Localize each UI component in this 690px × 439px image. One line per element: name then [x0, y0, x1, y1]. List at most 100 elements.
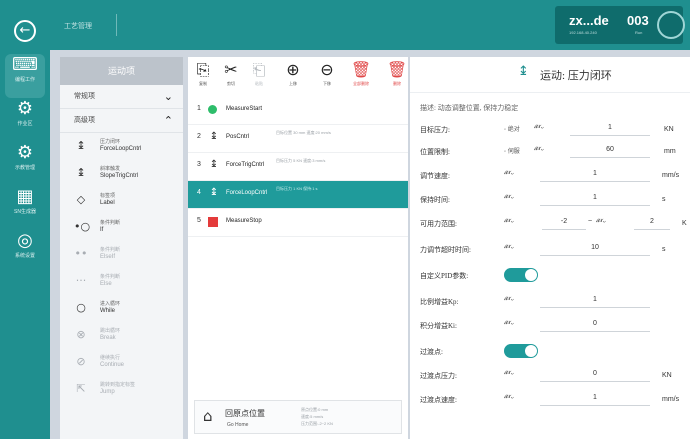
delete-all-button[interactable]: 🗑 全部删除 [346, 59, 376, 87]
parameter-panel: ↨ 运动: 压力闭环 描述: 动态调整位置, 保持力稳定 目标压力: ◦ 绝对 … [410, 57, 690, 439]
row-index: 4 [197, 189, 201, 196]
nav-rail: ← ⌨ 编程工作 ⚙ 作业区 ⚙ 示教管理 ▦ SN生成器 ◎ 系统设置 [0, 0, 50, 439]
toolbar-label: 剪切 [227, 81, 235, 86]
param-custom-pid: 自定义PID参数: [420, 267, 690, 285]
rail-item-program[interactable]: ⌨ 编程工作 [5, 54, 45, 98]
command-label-en: Else [100, 281, 112, 287]
param-kp: 比例增益Kp: 𝑎𝑥⌄ 1 [420, 293, 690, 311]
program-row[interactable]: 3 ↨ ForceTrigCntrl 目标压力 5 KN 速度:3 mm/s [188, 153, 408, 181]
target-force-input[interactable]: 1 [570, 122, 650, 136]
parameter-header: ↨ 运动: 压力闭环 [410, 57, 690, 93]
command-item[interactable]: ↨ 压力闭环 ForceLoopCntrl [60, 133, 183, 160]
param-adjust-speed: 调节速度: 𝑎𝑥⌄ 1 mm/s [420, 168, 680, 182]
move-up-button[interactable]: ⊕ 上移 [278, 59, 308, 87]
command-item[interactable]: ⇱ 跳转到指定标签 Jump [60, 376, 183, 403]
variable-select[interactable]: 𝑎𝑥⌄ [504, 394, 514, 401]
home-icon: ⌂ [203, 407, 213, 425]
rail-item-sn[interactable]: ▦ SN生成器 [5, 186, 45, 230]
position-limit-input[interactable]: 60 [570, 144, 650, 158]
hold-time-input[interactable]: 1 [540, 192, 650, 206]
back-icon[interactable]: ← [14, 20, 36, 42]
command-item[interactable]: •○ 条件判断 If [60, 214, 183, 241]
delete-button[interactable]: 🗑 删除 [382, 59, 412, 87]
variable-select[interactable]: 𝑎𝑥⌄ [534, 124, 544, 131]
transition-force-input[interactable]: 0 [540, 368, 650, 382]
custom-pid-toggle[interactable] [504, 268, 538, 282]
slope-icon: ↨ [76, 166, 86, 179]
start-icon [208, 105, 217, 114]
command-item[interactable]: ⊗ 跳出循环 Break [60, 322, 183, 349]
device-status[interactable]: zx...de 192.168.40.240 003 Run [555, 6, 685, 44]
command-label-cn: 继续执行 [100, 355, 121, 361]
rail-item-teach[interactable]: ⚙ 示教管理 [5, 142, 45, 186]
category-general[interactable]: 常规项 ⌄ [60, 85, 183, 109]
row-command-name: ForceLoopCntrl [226, 190, 268, 196]
variable-select[interactable]: 𝑎𝑥⌄ [504, 370, 514, 377]
command-label-cn: 跳出循环 [100, 328, 121, 334]
command-label-en: Jump [100, 389, 115, 395]
kp-input[interactable]: 1 [540, 294, 650, 308]
variable-select[interactable]: 𝑎𝑥⌄ [534, 146, 544, 153]
command-library: 运动项 常规项 ⌄ 高级项 ⌃ ↨ 压力闭环 ForceLoopCntrl ↨ 斜率触发… [60, 57, 183, 439]
command-label-en: If [100, 227, 104, 233]
page-title: 工艺管理 [64, 23, 92, 30]
category-advanced[interactable]: 高级项 ⌃ [60, 109, 183, 133]
transition-speed-input[interactable]: 1 [540, 392, 650, 406]
rail-item-workspace[interactable]: ⚙ 作业区 [5, 98, 45, 142]
paste-button[interactable]: ⎗ 粘贴 [244, 59, 274, 87]
command-label-cn: 条件判断 [100, 274, 121, 280]
ki-input[interactable]: 0 [540, 318, 650, 332]
mode-radio-absolute[interactable]: ◦ 绝对 [504, 124, 520, 133]
command-item[interactable]: ◇ 标签项 Label [60, 187, 183, 214]
continue-icon: ⊘ [76, 355, 86, 368]
variable-select[interactable]: 𝑎𝑥⌄ [504, 244, 514, 251]
row-command-name: ForceTrigCntrl [226, 162, 265, 168]
else-icon: ··· [75, 274, 87, 287]
variable-select[interactable]: 𝑎𝑥⌄ [504, 320, 514, 327]
go-home-label-en: Go Home [227, 422, 249, 428]
command-item[interactable]: •• 条件判断 ElseIf [60, 241, 183, 268]
force-loop-icon: ↨ [209, 187, 219, 198]
go-home-button[interactable]: ⌂ 回原点位置 Go Home 原点位置:0 mm 速度:5 mm/s 压力范围… [194, 400, 402, 434]
jump-icon: ⇱ [76, 382, 86, 395]
program-row[interactable]: 2 ↨ PosCntrl 目标位置 30 mm 速度:20 mm/s [188, 125, 408, 153]
variable-select[interactable]: 𝑎𝑥⌄ [504, 296, 514, 303]
elseif-icon: •• [74, 247, 88, 260]
row-index: 5 [197, 217, 201, 224]
force-range-max-input[interactable]: 2 [634, 216, 670, 230]
force-range-min-input[interactable]: -2 [542, 216, 586, 230]
program-row[interactable]: 1 MeasureStart [188, 97, 408, 125]
variable-select[interactable]: 𝑎𝑥⌄ [504, 218, 514, 225]
command-label-en: Break [100, 335, 116, 341]
copy-button[interactable]: ⎘ 复制 [188, 59, 218, 87]
transition-toggle[interactable] [504, 344, 538, 358]
command-item[interactable]: ··· 条件判断 Else [60, 268, 183, 295]
mode-radio-servo[interactable]: ◦ 伺服 [504, 146, 520, 155]
toolbar-label: 复制 [199, 81, 207, 86]
while-icon: ○ [76, 301, 86, 314]
program-row[interactable]: 5 MeasureStop [188, 209, 408, 237]
adjust-speed-input[interactable]: 1 [540, 168, 650, 182]
command-label-cn: 斜率触发 [100, 166, 121, 172]
command-item[interactable]: ○ 进入循环 While [60, 295, 183, 322]
row-command-name: MeasureStart [226, 106, 263, 112]
variable-select[interactable]: 𝑎𝑥⌄ [504, 194, 514, 201]
param-adjust-timeout: 力调节超时时间: 𝑎𝑥⌄ 10 s [420, 242, 666, 256]
settings-icon: ◎ [17, 230, 33, 251]
command-label-en: While [100, 308, 116, 314]
move-down-button[interactable]: ⊖ 下移 [312, 59, 342, 87]
library-title: 运动项 [60, 57, 183, 85]
command-label-cn: 条件判断 [100, 220, 121, 226]
command-item[interactable]: ⊘ 继续执行 Continue [60, 349, 183, 376]
command-item[interactable]: ↨ 斜率触发 SlopeTrigCntrl [60, 160, 183, 187]
variable-select[interactable]: 𝑎𝑥⌄ [596, 218, 606, 225]
cut-button[interactable]: ✂ 剪切 [216, 59, 246, 87]
row-detail: 目标位置 30 mm 速度:20 mm/s [276, 130, 331, 135]
variable-select[interactable]: 𝑎𝑥⌄ [504, 170, 514, 177]
program-row[interactable]: 4 ↨ ForceLoopCntrl 目标压力 1 KN 保持:1 s [188, 181, 408, 209]
adjust-timeout-input[interactable]: 10 [540, 242, 650, 256]
command-label-en: SlopeTrigCntrl [100, 173, 139, 179]
pos-icon: ↨ [209, 131, 219, 142]
rail-item-settings[interactable]: ◎ 系统设置 [5, 230, 45, 274]
break-icon: ⊗ [76, 328, 86, 341]
